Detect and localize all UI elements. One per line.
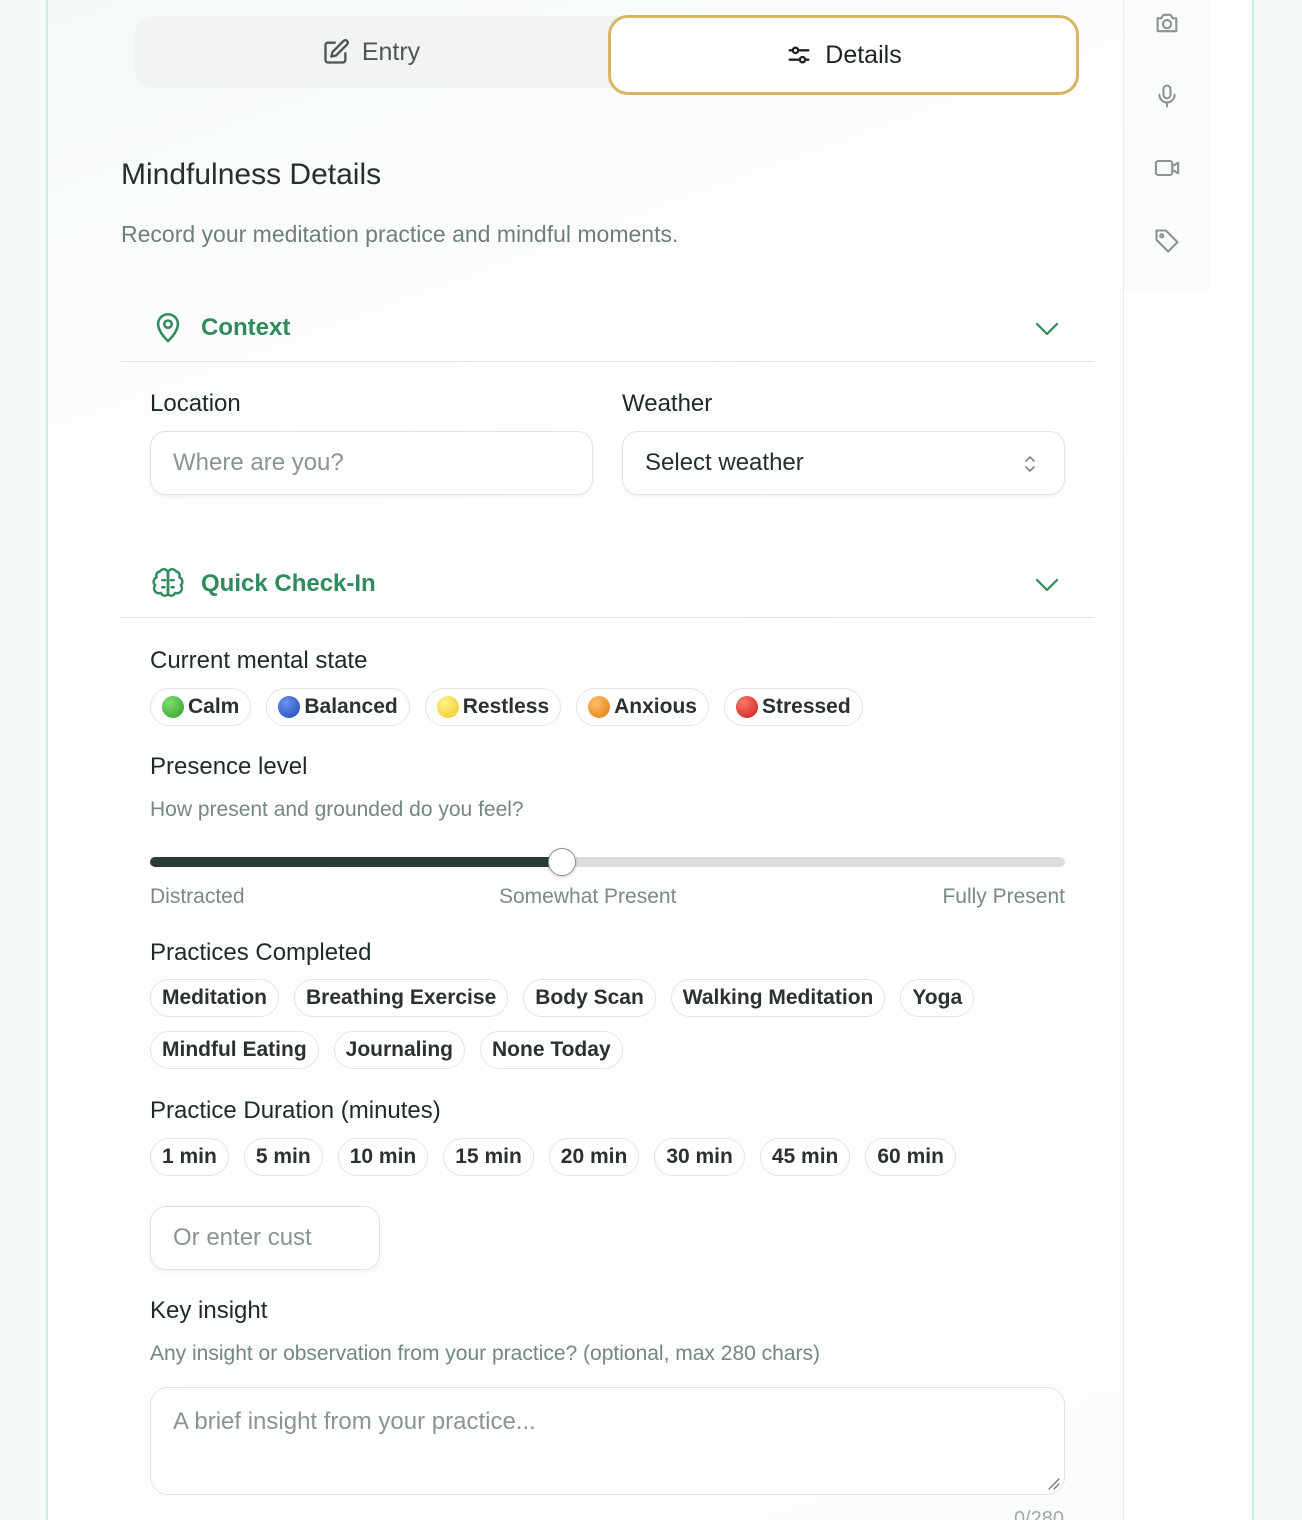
insight-textarea[interactable]: A brief insight from your practice... xyxy=(150,1387,1065,1495)
weather-select-value: Select weather xyxy=(645,449,804,476)
tab-entry-label: Entry xyxy=(361,37,421,66)
tab-entry[interactable]: Entry xyxy=(135,16,607,88)
mental-state-chip[interactable]: Stressed xyxy=(723,688,863,726)
edit-icon xyxy=(322,38,350,66)
map-pin-icon xyxy=(156,312,180,343)
checkin-title: Quick Check-In xyxy=(201,570,376,597)
presence-scale-max: Fully Present xyxy=(942,885,1065,908)
chip-label: Anxious xyxy=(614,695,697,718)
mental-state-chip[interactable]: Balanced xyxy=(266,688,410,726)
context-section-header[interactable]: Context xyxy=(121,296,1094,362)
presence-label: Presence level xyxy=(150,753,308,780)
practice-chip[interactable]: Breathing Exercise xyxy=(294,979,509,1017)
location-label: Location xyxy=(150,390,241,417)
sliders-icon xyxy=(785,41,813,69)
weather-select[interactable]: Select weather xyxy=(622,431,1065,495)
status-dot-icon xyxy=(436,696,459,718)
view-tabs: Entry Details xyxy=(135,15,1079,95)
chip-label: Calm xyxy=(188,695,240,718)
page-title: Mindfulness Details xyxy=(121,158,382,191)
chip-label: Stressed xyxy=(761,695,851,718)
practice-chip[interactable]: Journaling xyxy=(333,1031,465,1069)
right-gutter xyxy=(1254,0,1302,1520)
duration-chip[interactable]: 60 min xyxy=(865,1138,956,1176)
practice-chip[interactable]: None Today xyxy=(480,1031,623,1069)
tab-details[interactable]: Details xyxy=(608,15,1079,95)
duration-options: 1 min 5 min 10 min 15 min 20 min 30 min … xyxy=(150,1138,956,1176)
video-icon[interactable] xyxy=(1152,153,1182,183)
tab-details-label: Details xyxy=(825,40,902,69)
duration-label: Practice Duration (minutes) xyxy=(150,1097,441,1124)
status-dot-icon xyxy=(278,696,301,718)
presence-hint: How present and grounded do you feel? xyxy=(150,798,524,821)
mental-state-chip[interactable]: Restless xyxy=(424,688,562,726)
chip-label: Balanced xyxy=(304,695,398,718)
practice-chip[interactable]: Meditation xyxy=(150,979,279,1017)
status-dot-icon xyxy=(735,696,758,718)
tag-icon[interactable] xyxy=(1152,226,1182,256)
insight-placeholder: A brief insight from your practice... xyxy=(173,1408,536,1435)
mental-state-chip[interactable]: Anxious xyxy=(576,688,709,726)
status-dot-icon xyxy=(162,696,184,718)
mental-state-options: Calm Balanced Restless Anxious Stressed xyxy=(150,688,863,726)
practice-chip[interactable]: Body Scan xyxy=(523,979,656,1017)
insight-char-counter: 0/280 xyxy=(1013,1508,1064,1520)
microphone-icon[interactable] xyxy=(1152,81,1182,111)
duration-chip[interactable]: 5 min xyxy=(243,1138,323,1176)
status-dot-icon xyxy=(588,696,611,718)
left-gutter xyxy=(0,0,46,1520)
resize-handle-icon[interactable] xyxy=(1046,1476,1060,1490)
duration-chip[interactable]: 10 min xyxy=(337,1138,429,1176)
location-input[interactable]: Where are you? xyxy=(150,431,593,495)
presence-slider-fill xyxy=(150,857,562,867)
practice-chip[interactable]: Walking Meditation xyxy=(670,979,886,1017)
practices-label: Practices Completed xyxy=(150,939,372,966)
duration-chip[interactable]: 20 min xyxy=(548,1138,640,1176)
presence-scale-min: Distracted xyxy=(150,885,245,908)
insight-label: Key insight xyxy=(150,1297,268,1324)
insight-hint: Any insight or observation from your pra… xyxy=(150,1342,820,1365)
practice-chip[interactable]: Mindful Eating xyxy=(150,1031,319,1069)
presence-scale-mid: Somewhat Present xyxy=(499,885,677,908)
page-subtitle: Record your meditation practice and mind… xyxy=(121,221,679,247)
duration-chip[interactable]: 15 min xyxy=(443,1138,534,1176)
context-title: Context xyxy=(201,314,291,341)
presence-slider[interactable] xyxy=(150,848,1065,876)
media-toolbar xyxy=(1124,0,1210,292)
chevron-down-icon xyxy=(1035,578,1059,592)
chip-label: Restless xyxy=(462,695,550,718)
presence-slider-thumb[interactable] xyxy=(547,848,576,876)
mental-state-chip[interactable]: Calm xyxy=(150,688,252,726)
practice-chip[interactable]: Yoga xyxy=(900,979,975,1017)
mental-state-label: Current mental state xyxy=(150,647,368,674)
chevron-down-icon xyxy=(1035,322,1059,336)
duration-chip[interactable]: 30 min xyxy=(654,1138,745,1176)
duration-chip[interactable]: 45 min xyxy=(759,1138,851,1176)
practices-options-row-2: Mindful Eating Journaling None Today xyxy=(150,1031,623,1069)
weather-label: Weather xyxy=(622,390,713,417)
camera-icon[interactable] xyxy=(1152,8,1182,38)
practices-options-row-1: Meditation Breathing Exercise Body Scan … xyxy=(150,979,975,1017)
duration-chip[interactable]: 1 min xyxy=(150,1138,229,1176)
custom-duration-input[interactable]: Or enter cust xyxy=(150,1206,380,1270)
brain-icon xyxy=(152,568,184,597)
select-arrows-icon xyxy=(1025,456,1035,472)
checkin-section-header[interactable]: Quick Check-In xyxy=(121,552,1094,618)
